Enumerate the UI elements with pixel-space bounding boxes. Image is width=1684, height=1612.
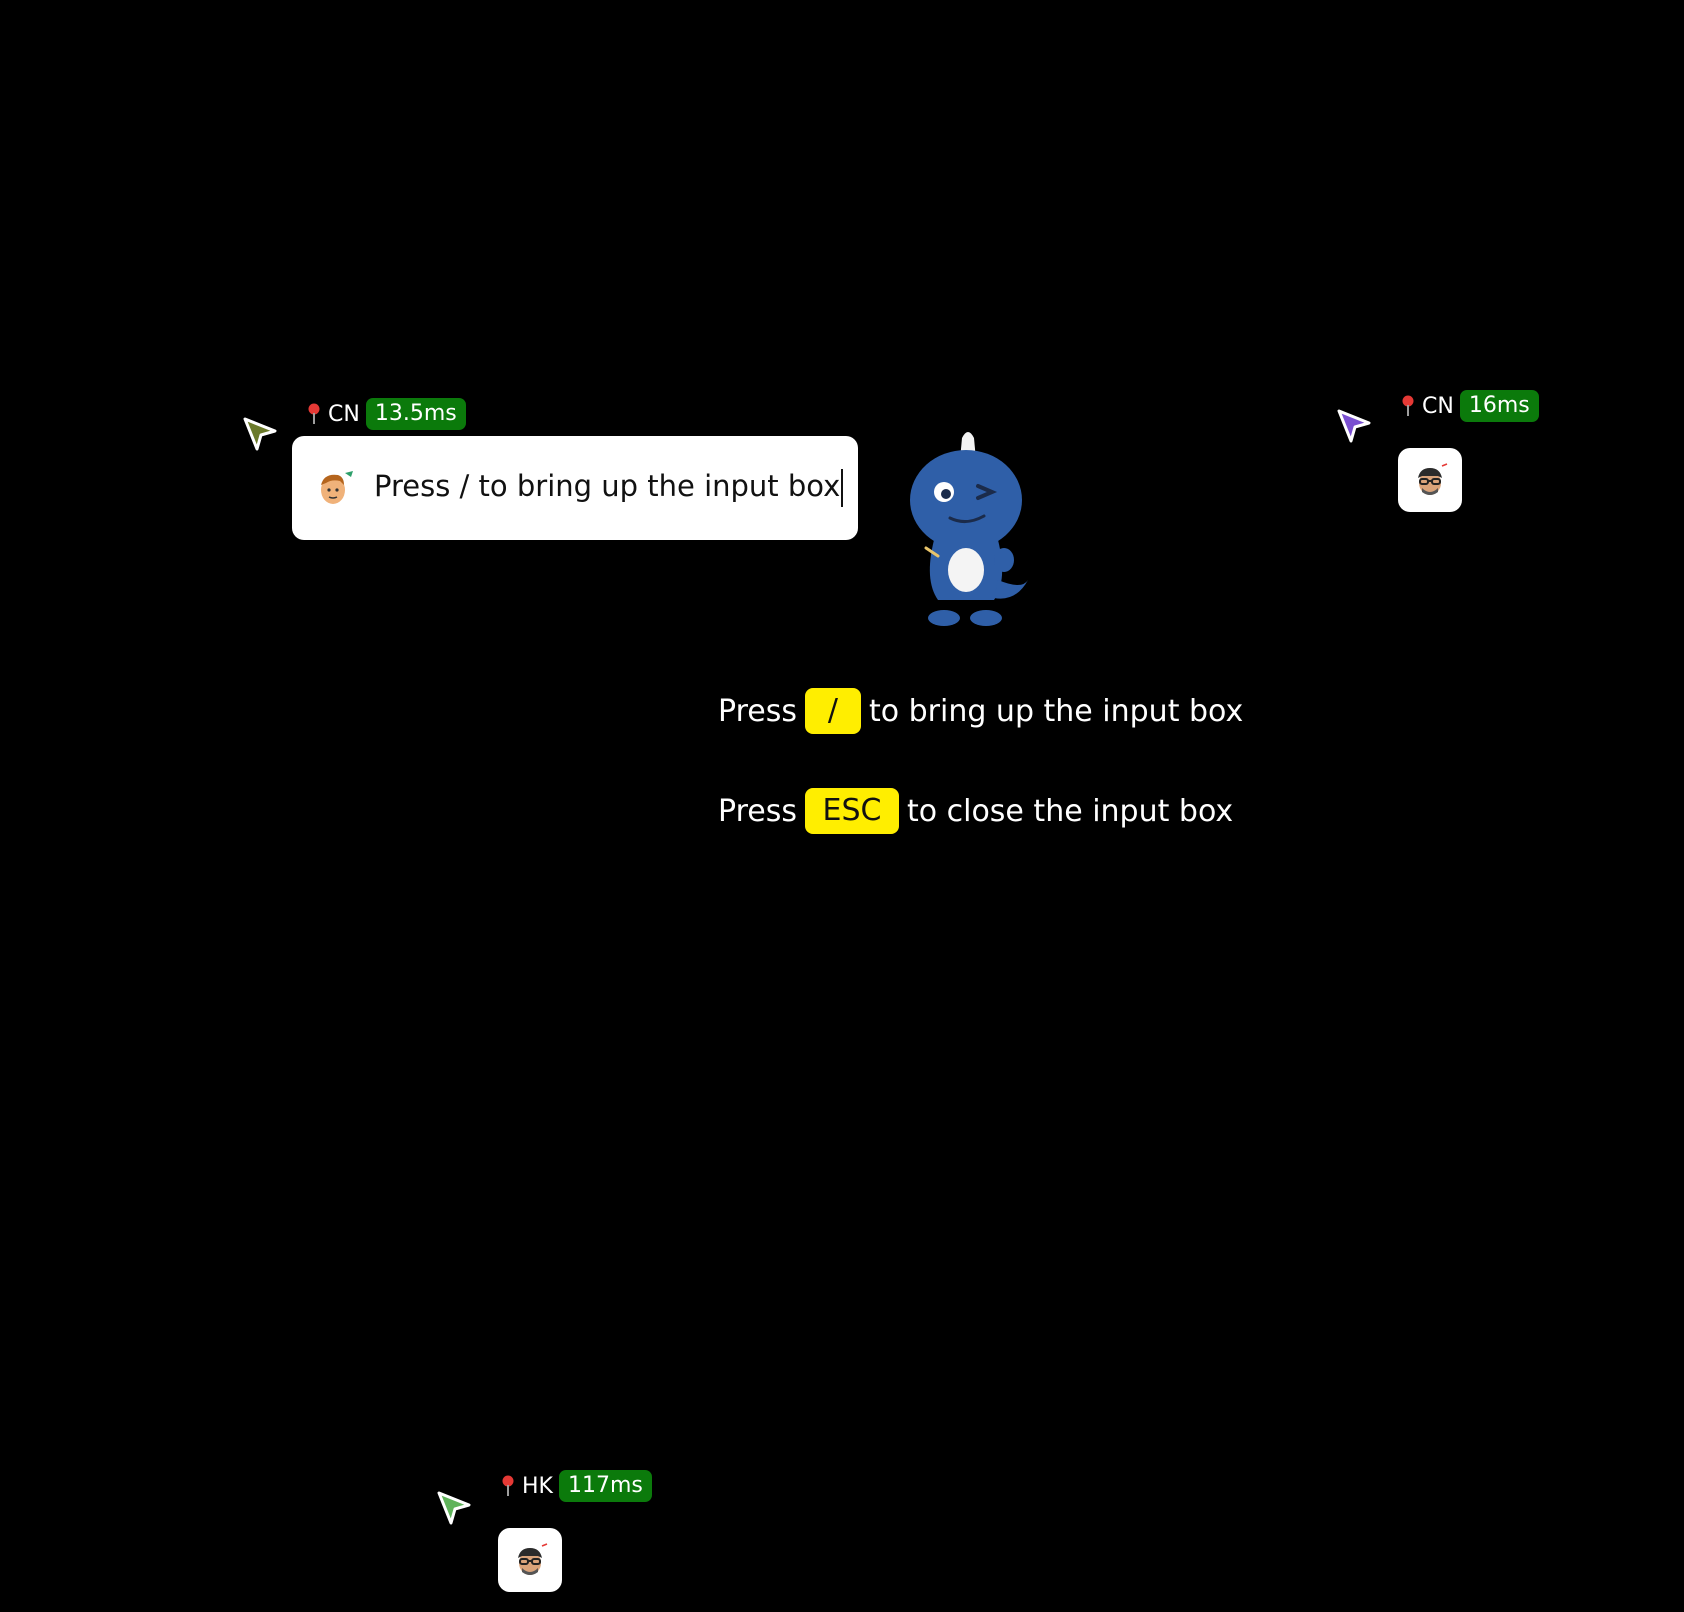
location-pin-icon (308, 403, 320, 424)
hint-prefix: Press (718, 793, 797, 829)
avatar-icon (518, 1543, 548, 1575)
region-label: CN (328, 401, 360, 427)
location-pin-icon (1402, 395, 1414, 416)
region-label: HK (522, 1473, 553, 1499)
hint-suffix: to close the input box (906, 793, 1234, 829)
cursor-arrow-icon (437, 1491, 471, 1525)
avatar-icon (1418, 463, 1448, 495)
cursor-arrow-icon (243, 417, 277, 451)
cursor-label-cn-1: CN 13.5ms (306, 398, 466, 430)
latency-badge: 117ms (558, 1470, 652, 1502)
location-pin-icon (502, 1475, 514, 1496)
hint-suffix: to bring up the input box (868, 693, 1244, 729)
text-caret (841, 469, 844, 507)
chat-input-text[interactable]: Press / to bring up the input box (374, 469, 844, 507)
hint-open-input: Press / to bring up the input box (718, 688, 1243, 734)
chat-input-bubble[interactable]: Press / to bring up the input box (292, 436, 858, 540)
latency-badge: 16ms (1459, 390, 1539, 422)
latency-badge: 13.5ms (365, 398, 466, 430)
cursor-arrow-icon (1337, 409, 1371, 443)
region-label: CN (1422, 393, 1454, 419)
avatar-card[interactable] (1398, 448, 1462, 512)
cursor-label-hk: HK 117ms (500, 1470, 652, 1502)
hint-prefix: Press (718, 693, 797, 729)
key-badge-esc: ESC (804, 788, 899, 834)
dinosaur-mascot (910, 432, 1028, 626)
avatar-icon (321, 471, 353, 504)
hint-close-input: Press ESC to close the input box (718, 788, 1233, 834)
multiplayer-cursor-canvas: CN 13.5ms Press / to bring up the input … (0, 0, 1684, 1612)
key-badge-slash: / (804, 688, 861, 734)
avatar-card[interactable] (498, 1528, 562, 1592)
cursor-label-cn-2: CN 16ms (1400, 390, 1539, 422)
